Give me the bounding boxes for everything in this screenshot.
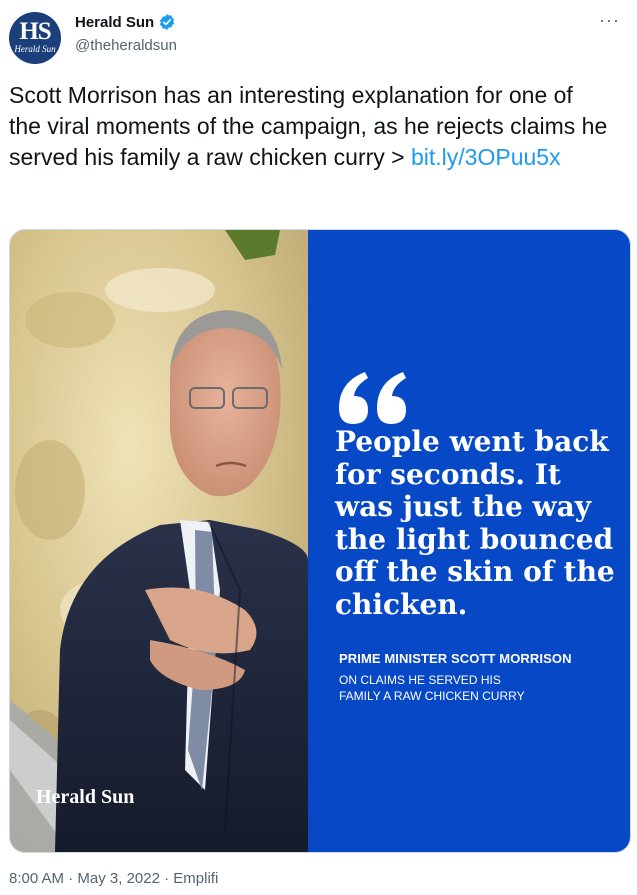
avatar-logo-text: HS xyxy=(19,18,51,45)
tweet-date[interactable]: May 3, 2022 xyxy=(77,870,160,887)
avatar-logo-subtext: Herald Sun xyxy=(14,44,56,54)
quote-attribution: PRIME MINISTER SCOTT MORRISON xyxy=(339,651,572,666)
meta-separator: · xyxy=(68,870,74,887)
tweet-header: HS Herald Sun Herald Sun @theheraldsun ·… xyxy=(0,0,637,70)
tweet-source[interactable]: Emplifi xyxy=(173,870,218,887)
name-row: Herald Sun xyxy=(75,13,176,31)
tweet-text: Scott Morrison has an interesting explan… xyxy=(9,80,609,173)
tweet-media[interactable]: Herald Sun People went back for seconds.… xyxy=(9,229,631,853)
quote-panel: People went back for seconds. It was jus… xyxy=(308,230,630,852)
quote-attribution-context-line-1: ON CLAIMS HE SERVED HIS xyxy=(339,673,501,687)
tweet-meta: 8:00 AM · May 3, 2022 · Emplifi xyxy=(9,870,218,887)
meta-separator: · xyxy=(164,870,170,887)
quotation-mark-icon xyxy=(339,372,406,424)
quote-text: People went back for seconds. It was jus… xyxy=(335,425,615,621)
quote-attribution-context-line-2: FAMILY A RAW CHICKEN CURRY xyxy=(339,689,525,703)
avatar[interactable]: HS Herald Sun xyxy=(9,12,61,64)
quote-attribution-context: ON CLAIMS HE SERVED HIS FAMILY A RAW CHI… xyxy=(339,672,599,704)
account-handle[interactable]: @theheraldsun xyxy=(75,37,177,54)
tweet-time[interactable]: 8:00 AM xyxy=(9,870,64,887)
verified-badge-icon xyxy=(160,14,175,30)
tweet-link[interactable]: bit.ly/3OPuu5x xyxy=(411,144,561,170)
herald-sun-watermark: Herald Sun xyxy=(36,786,135,808)
more-options-icon[interactable]: ··· xyxy=(599,10,619,30)
account-name[interactable]: Herald Sun xyxy=(75,14,154,31)
photo-of-scott-morrison xyxy=(10,230,308,852)
